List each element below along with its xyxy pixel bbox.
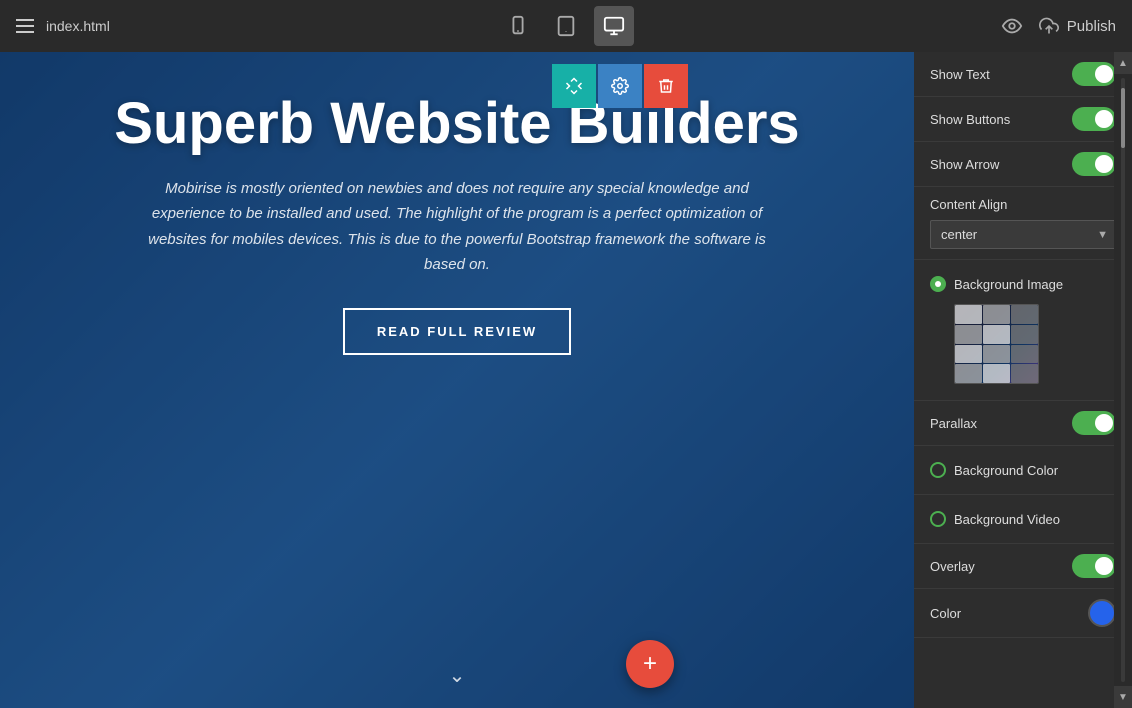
background-image-section: Background Image	[914, 260, 1132, 401]
scroll-up-button[interactable]: ▲	[1114, 52, 1132, 74]
show-arrow-label: Show Arrow	[930, 157, 999, 172]
background-image-thumbnail[interactable]	[954, 304, 1039, 384]
topbar: index.html Publish	[0, 0, 1132, 52]
scroll-down-button[interactable]: ▼	[1114, 686, 1132, 708]
canvas-content: Superb Website Builders Mobirise is most…	[0, 52, 914, 708]
filename-label: index.html	[46, 18, 110, 34]
content-align-select-wrapper: left center right ▼	[930, 220, 1116, 249]
background-color-radio-row: Background Color	[930, 456, 1116, 484]
overlay-row: Overlay	[914, 544, 1132, 589]
content-align-select[interactable]: left center right	[930, 220, 1116, 249]
background-video-radio-row: Background Video	[930, 505, 1116, 533]
background-image-radio[interactable]	[930, 276, 946, 292]
move-section-button[interactable]	[552, 64, 596, 108]
settings-button[interactable]	[598, 64, 642, 108]
show-arrow-slider	[1072, 152, 1116, 176]
side-panel: Show Text Show Buttons Show Arrow	[914, 52, 1132, 708]
color-picker-dot[interactable]	[1088, 599, 1116, 627]
color-row: Color	[914, 589, 1132, 638]
show-text-toggle[interactable]	[1072, 62, 1116, 86]
overlay-toggle[interactable]	[1072, 554, 1116, 578]
show-buttons-label: Show Buttons	[930, 112, 1010, 127]
parallax-slider	[1072, 411, 1116, 435]
hamburger-menu-icon[interactable]	[16, 19, 34, 33]
background-color-section: Background Color	[914, 446, 1132, 495]
topbar-right: Publish	[1001, 15, 1116, 37]
hero-cta-button[interactable]: READ FULL REVIEW	[343, 308, 571, 355]
show-text-slider	[1072, 62, 1116, 86]
show-buttons-row: Show Buttons	[914, 97, 1132, 142]
parallax-label: Parallax	[930, 416, 977, 431]
device-switcher	[498, 6, 634, 46]
background-image-label: Background Image	[954, 277, 1063, 292]
scrollbar-track	[1121, 78, 1125, 682]
show-text-row: Show Text	[914, 52, 1132, 97]
panel-scrollbar: ▲ ▼	[1114, 52, 1132, 708]
desktop-device-button[interactable]	[594, 6, 634, 46]
canvas-action-bar	[552, 64, 688, 108]
hero-subtitle: Mobirise is mostly oriented on newbies a…	[147, 176, 767, 278]
show-arrow-toggle[interactable]	[1072, 152, 1116, 176]
show-buttons-slider	[1072, 107, 1116, 131]
background-video-label: Background Video	[954, 512, 1060, 527]
show-text-label: Show Text	[930, 67, 990, 82]
hero-title: Superb Website Builders	[114, 92, 799, 156]
background-image-radio-row: Background Image	[930, 270, 1116, 298]
background-video-section: Background Video	[914, 495, 1132, 544]
show-buttons-toggle[interactable]	[1072, 107, 1116, 131]
add-section-fab[interactable]: +	[626, 640, 674, 688]
scrollbar-thumb[interactable]	[1121, 88, 1125, 148]
panel-scroll-area[interactable]: Show Text Show Buttons Show Arrow	[914, 52, 1132, 708]
overlay-label: Overlay	[930, 559, 975, 574]
publish-button[interactable]: Publish	[1039, 16, 1116, 36]
parallax-row: Parallax	[914, 401, 1132, 446]
content-align-label: Content Align	[930, 197, 1116, 212]
canvas: Superb Website Builders Mobirise is most…	[0, 52, 914, 708]
background-video-radio[interactable]	[930, 511, 946, 527]
background-color-label: Background Color	[954, 463, 1058, 478]
content-align-section: Content Align left center right ▼	[914, 187, 1132, 260]
show-arrow-row: Show Arrow	[914, 142, 1132, 187]
tablet-device-button[interactable]	[546, 6, 586, 46]
parallax-toggle[interactable]	[1072, 411, 1116, 435]
delete-section-button[interactable]	[644, 64, 688, 108]
background-color-radio[interactable]	[930, 462, 946, 478]
cloud-upload-icon	[1039, 16, 1059, 36]
preview-button[interactable]	[1001, 15, 1023, 37]
color-label: Color	[930, 606, 961, 621]
overlay-slider	[1072, 554, 1116, 578]
main-area: Superb Website Builders Mobirise is most…	[0, 52, 1132, 708]
mobile-device-button[interactable]	[498, 6, 538, 46]
